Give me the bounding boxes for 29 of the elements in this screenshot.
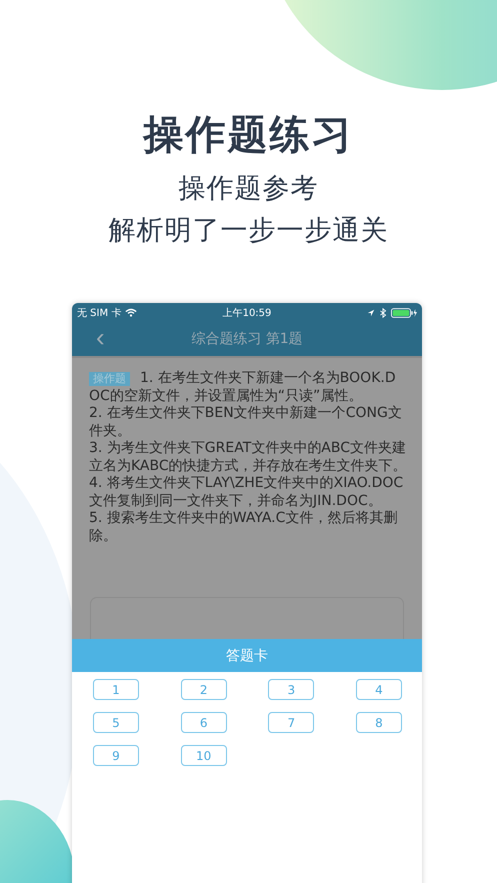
question-number-button[interactable]: 5 — [93, 712, 139, 733]
back-button[interactable]: ‹ — [92, 325, 109, 349]
question-number-button[interactable]: 10 — [180, 745, 227, 766]
question-number-button[interactable]: 7 — [268, 712, 314, 733]
status-time: 上午10:59 — [222, 306, 272, 320]
question-text: 5. 搜索考生文件夹中的WAYA.C文件，然后将其删除。 — [89, 510, 398, 545]
question-text: 3. 为考生文件夹下GREAT文件夹中的ABC文件夹建立名为KABC的快捷方式，并存放在考生文件夹下。 — [89, 440, 408, 475]
question-text: OC的空新文件，并设置属性为“只读”属性。 — [89, 388, 364, 405]
question-text: 4. 将考生文件夹下LAY\ZHE文件夹中的XIAO.DOC文件复制到同一文件夹下，并命名为JIN.DOC。 — [89, 475, 404, 510]
question-number-button[interactable]: 6 — [180, 712, 227, 733]
question-number-button[interactable]: 3 — [268, 679, 314, 700]
question-number-button[interactable]: 2 — [180, 679, 227, 700]
question-number-button[interactable]: 1 — [93, 679, 139, 700]
answer-card-title: 答题卡 — [226, 646, 268, 664]
navigation-title: 综合题练习 第1题 — [191, 330, 303, 348]
headline: 操作题练习 — [144, 111, 354, 160]
question-number-button[interactable]: 4 — [356, 679, 402, 700]
location-icon — [367, 308, 375, 318]
question-text: 2. 在考生文件夹下BEN文件夹中新建一个CONG文件夹。 — [89, 405, 403, 440]
wifi-icon — [125, 308, 138, 317]
subtitle: 解析明了一步一步通关 — [108, 214, 388, 248]
carrier-label: 无 SIM 卡 — [77, 306, 122, 320]
bluetooth-icon — [379, 308, 387, 318]
battery-icon — [391, 308, 417, 318]
question-type-tag: 操作题 — [89, 372, 130, 386]
question-number-button[interactable]: 9 — [93, 745, 139, 766]
question-text: 1. 在考生文件夹下新建一个名为BOOK.D — [140, 370, 396, 388]
subtitle: 操作题参考 — [178, 172, 318, 206]
question-number-button[interactable]: 8 — [356, 712, 402, 733]
